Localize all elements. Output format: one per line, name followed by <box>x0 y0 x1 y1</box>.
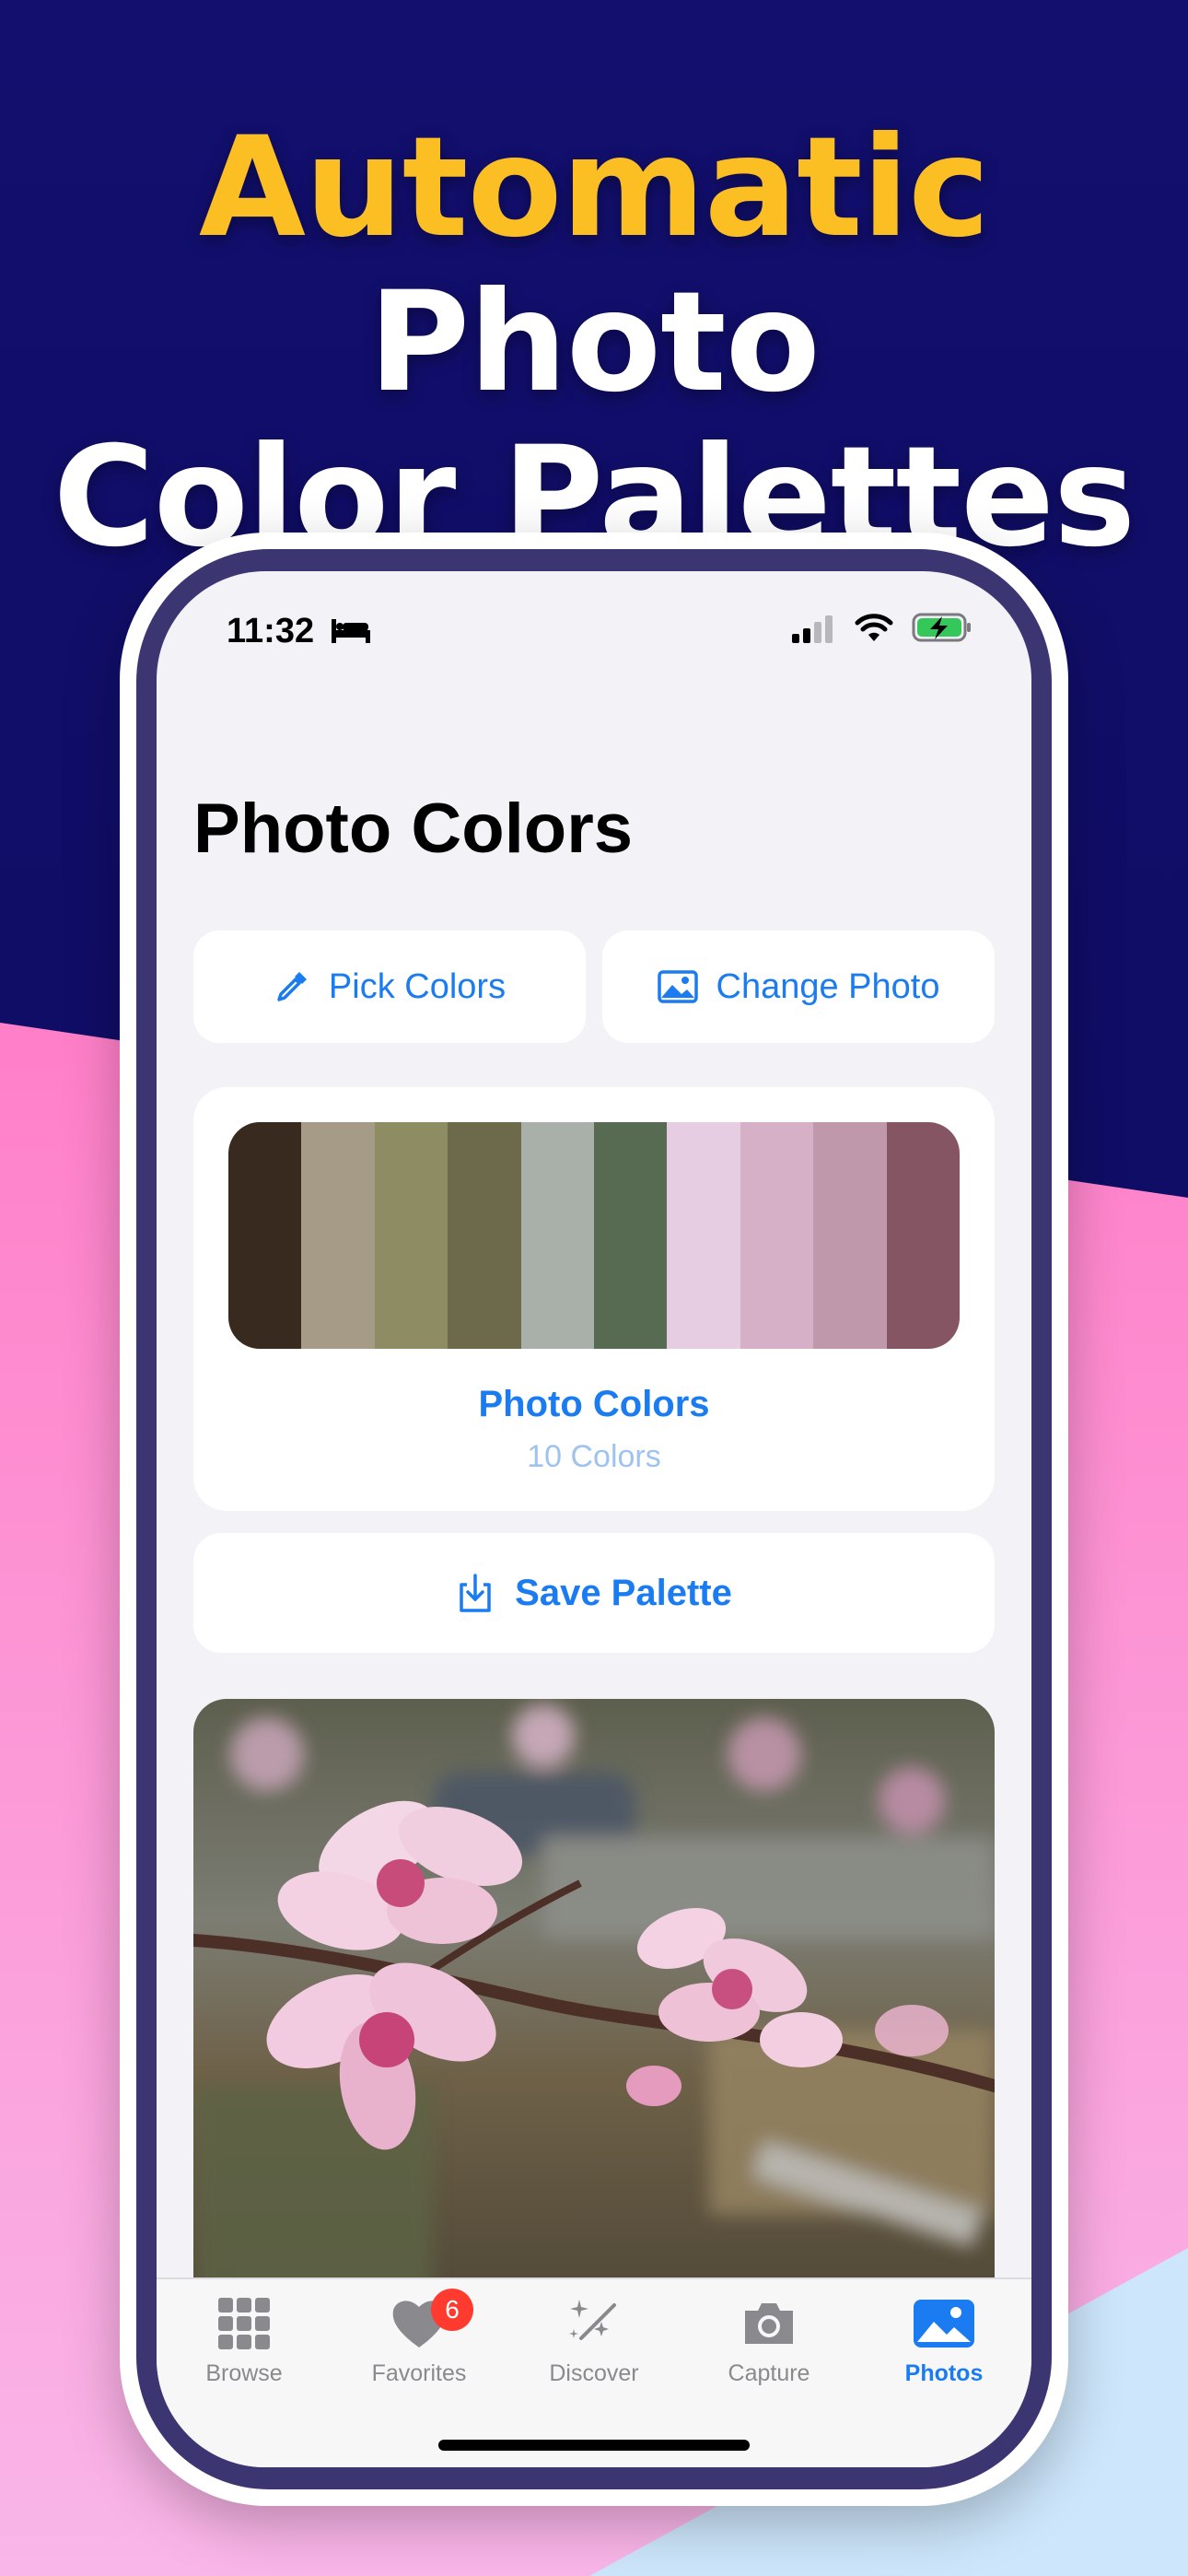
photo-icon <box>657 970 698 1003</box>
tab-discover[interactable]: Discover <box>507 2294 681 2387</box>
tab-discover-label: Discover <box>549 2360 639 2386</box>
change-photo-button[interactable]: Change Photo <box>602 931 995 1043</box>
palette-card[interactable]: Photo Colors 10 Colors <box>193 1087 995 1511</box>
tab-capture-label: Capture <box>728 2360 810 2386</box>
change-photo-label: Change Photo <box>716 966 940 1006</box>
tab-photos-label: Photos <box>904 2360 984 2386</box>
palette-swatch[interactable] <box>374 1122 448 1349</box>
save-download-icon <box>460 1574 491 1612</box>
home-indicator <box>438 2440 750 2451</box>
headline: Automatic Photo Color Palettes <box>0 111 1188 575</box>
eyedropper-icon <box>277 972 307 1001</box>
phone-screen: 11:32 Photo Colors Pick Colors Change Ph… <box>157 571 1031 2467</box>
pick-colors-button[interactable]: Pick Colors <box>193 931 586 1043</box>
palette-swatch[interactable] <box>813 1122 887 1349</box>
palette-count: 10 Colors <box>527 1439 661 1474</box>
palette-swatch[interactable] <box>448 1122 521 1349</box>
palette-swatch[interactable] <box>886 1122 960 1349</box>
headline-line1-rest: Photo <box>368 263 821 423</box>
grid-icon <box>218 2298 270 2349</box>
palette-name: Photo Colors <box>478 1384 710 1424</box>
palette-swatch[interactable] <box>228 1122 302 1349</box>
cellular-signal-icon <box>792 615 833 643</box>
palette-swatch[interactable] <box>594 1122 668 1349</box>
selected-photo <box>193 1699 995 2325</box>
tab-capture[interactable]: Capture <box>681 2294 856 2387</box>
palette-swatch[interactable] <box>301 1122 375 1349</box>
favorites-badge: 6 <box>431 2289 473 2331</box>
save-palette-button[interactable]: Save Palette <box>193 1533 995 1653</box>
palette-swatch[interactable] <box>520 1122 595 1349</box>
wifi-icon <box>855 614 893 641</box>
tab-favorites[interactable]: 6 Favorites <box>332 2289 507 2387</box>
sleep-focus-icon <box>332 619 370 643</box>
palette-swatch[interactable] <box>667 1122 740 1349</box>
tab-browse-label: Browse <box>205 2360 283 2386</box>
photo-icon <box>914 2300 974 2348</box>
tab-browse[interactable]: Browse <box>157 2294 332 2387</box>
battery-charging-icon <box>912 613 971 642</box>
page-title: Photo Colors <box>193 790 634 868</box>
tab-photos[interactable]: Photos <box>856 2294 1031 2387</box>
camera-icon <box>745 2303 793 2344</box>
status-time: 11:32 <box>227 612 315 650</box>
palette-swatch[interactable] <box>740 1122 814 1349</box>
save-palette-label: Save Palette <box>515 1572 732 1613</box>
headline-accent: Automatic <box>198 108 990 268</box>
sparkles-icon <box>569 2300 616 2340</box>
palette-swatches <box>228 1122 960 1349</box>
tab-favorites-label: Favorites <box>371 2360 467 2386</box>
pick-colors-label: Pick Colors <box>328 966 507 1006</box>
